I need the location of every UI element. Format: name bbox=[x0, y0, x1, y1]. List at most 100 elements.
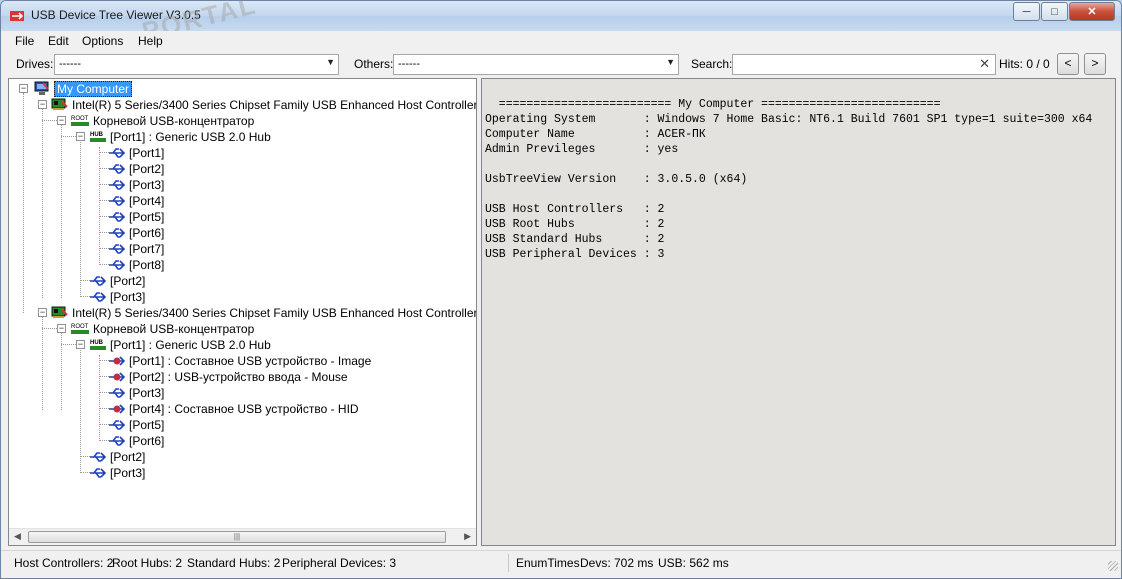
scrollbar-thumb[interactable]: ||| bbox=[28, 531, 446, 543]
menu-help[interactable]: Help bbox=[138, 34, 163, 48]
tree-node-device[interactable]: [Port1] : Составное USB устройство - Ima… bbox=[108, 352, 371, 368]
status-usb-time: USB: 562 ms bbox=[658, 556, 729, 570]
status-peripheral-devices: Peripheral Devices: 3 bbox=[282, 556, 397, 570]
device-tree-pane[interactable]: − My Computer − Intel(R) 5 Series/3400 S… bbox=[8, 78, 477, 546]
tree-node-label: [Port2] bbox=[110, 273, 146, 288]
close-button[interactable]: ✕ bbox=[1069, 2, 1115, 21]
scroll-right-icon[interactable]: ▶ bbox=[464, 531, 471, 542]
menu-options[interactable]: Options bbox=[82, 34, 123, 48]
tree-node-device[interactable]: [Port2] : USB-устройство ввода - Mouse bbox=[108, 368, 348, 384]
root-hub-icon: ROOT bbox=[71, 324, 89, 335]
status-host-controllers: Host Controllers: 2 bbox=[14, 556, 114, 570]
usb-device-icon bbox=[109, 372, 126, 382]
close-icon: ✕ bbox=[1087, 6, 1097, 18]
details-pane[interactable]: ========================= My Computer ==… bbox=[481, 78, 1116, 546]
tree-node-port[interactable]: [Port3] bbox=[89, 464, 145, 480]
usb-device-icon bbox=[109, 404, 126, 414]
maximize-icon: □ bbox=[1051, 5, 1058, 18]
scroll-left-icon[interactable]: ◀ bbox=[14, 531, 21, 542]
minimize-button[interactable]: ─ bbox=[1013, 2, 1040, 21]
tree-node-label: My Computer bbox=[54, 80, 133, 97]
previous-hit-button[interactable]: < bbox=[1057, 53, 1079, 75]
tree-node-hub[interactable]: HUB [Port1] : Generic USB 2.0 Hub bbox=[89, 336, 271, 352]
maximize-button[interactable]: □ bbox=[1041, 2, 1068, 21]
pci-card-icon bbox=[51, 306, 68, 319]
collapse-toggle[interactable]: − bbox=[57, 324, 66, 333]
status-bar: Host Controllers: 2 Root Hubs: 2 Standar… bbox=[1, 550, 1121, 574]
title-bar[interactable]: USB Device Tree Viewer V3.0.5 PORTAL ─ □… bbox=[1, 1, 1121, 47]
tree-node-label: [Port4] : Составное USB устройство - HID bbox=[129, 401, 359, 416]
chevron-down-icon: ▼ bbox=[666, 57, 675, 67]
resize-grip-icon[interactable] bbox=[1108, 561, 1118, 571]
tree-node-port[interactable]: [Port6] bbox=[108, 432, 164, 448]
tree-node-label: Intel(R) 5 Series/3400 Series Chipset Fa… bbox=[72, 305, 477, 320]
tree-node-label: [Port6] bbox=[129, 433, 165, 448]
usb-port-icon bbox=[109, 180, 126, 190]
tree-node-hub[interactable]: HUB [Port1] : Generic USB 2.0 Hub bbox=[89, 128, 271, 144]
tree-node-port[interactable]: [Port5] bbox=[108, 208, 164, 224]
tree-node-label: [Port1] : Generic USB 2.0 Hub bbox=[110, 129, 271, 144]
collapse-toggle[interactable]: − bbox=[76, 340, 85, 349]
tree-node-label: [Port5] bbox=[129, 417, 165, 432]
tree-node-label: Корневой USB-концентратор bbox=[93, 113, 255, 128]
drives-dropdown[interactable]: ------ ▼ bbox=[54, 54, 339, 75]
menu-file[interactable]: File bbox=[15, 34, 34, 48]
svg-text:ROOT: ROOT bbox=[71, 116, 89, 122]
status-enum-times: EnumTimes bbox=[516, 556, 580, 570]
tree-node-port[interactable]: [Port4] bbox=[108, 192, 164, 208]
horizontal-scrollbar[interactable]: ◀ ||| ▶ bbox=[9, 528, 476, 545]
tree-node-port[interactable]: [Port1] bbox=[108, 144, 164, 160]
svg-text:HUB: HUB bbox=[90, 132, 104, 138]
tree-node-label: [Port1] bbox=[129, 145, 165, 160]
tree-node-port[interactable]: [Port2] bbox=[108, 160, 164, 176]
tree-node-label: [Port8] bbox=[129, 257, 165, 272]
collapse-toggle[interactable]: − bbox=[38, 100, 47, 109]
tree-node-device[interactable]: [Port4] : Составное USB устройство - HID bbox=[108, 400, 359, 416]
collapse-toggle[interactable]: − bbox=[38, 308, 47, 317]
others-label: Others: bbox=[354, 57, 394, 71]
svg-text:ROOT: ROOT bbox=[71, 324, 89, 330]
hub-icon: HUB bbox=[90, 132, 106, 143]
collapse-toggle[interactable]: − bbox=[76, 132, 85, 141]
tree-node-port[interactable]: [Port7] bbox=[108, 240, 164, 256]
tree-node-label: [Port3] bbox=[110, 465, 146, 480]
usb-port-icon bbox=[109, 196, 126, 206]
others-dropdown[interactable]: ------ ▼ bbox=[393, 54, 679, 75]
tree-node-my-computer[interactable]: My Computer bbox=[33, 80, 133, 97]
svg-text:HUB: HUB bbox=[90, 340, 104, 346]
tree-node-port[interactable]: [Port8] bbox=[108, 256, 164, 272]
menu-edit[interactable]: Edit bbox=[48, 34, 69, 48]
report-line: USB Standard Hubs : 2 bbox=[485, 233, 665, 246]
tree-node-port[interactable]: [Port2] bbox=[89, 448, 145, 464]
tree-node-root-hub[interactable]: ROOT Корневой USB-концентратор bbox=[70, 112, 254, 128]
tree-node-root-hub[interactable]: ROOT Корневой USB-концентратор bbox=[70, 320, 254, 336]
drives-label: Drives: bbox=[16, 57, 54, 71]
tree-node-port[interactable]: [Port3] bbox=[108, 384, 164, 400]
usb-port-icon bbox=[109, 260, 126, 270]
usb-port-icon bbox=[109, 244, 126, 254]
tree-node-port[interactable]: [Port5] bbox=[108, 416, 164, 432]
usb-app-icon bbox=[10, 11, 24, 21]
tree-node-port[interactable]: [Port2] bbox=[89, 272, 145, 288]
tree-node-label: [Port1] : Generic USB 2.0 Hub bbox=[110, 337, 271, 352]
tree-node-port[interactable]: [Port3] bbox=[108, 176, 164, 192]
tree-node-label: [Port7] bbox=[129, 241, 165, 256]
tree-node-host-controller[interactable]: Intel(R) 5 Series/3400 Series Chipset Fa… bbox=[51, 304, 477, 320]
tree-node-label: [Port4] bbox=[129, 193, 165, 208]
next-hit-button[interactable]: > bbox=[1084, 53, 1106, 75]
usb-port-icon bbox=[109, 420, 126, 430]
tree-node-label: [Port5] bbox=[129, 209, 165, 224]
clear-search-icon[interactable]: ✕ bbox=[979, 56, 990, 72]
usb-port-icon bbox=[109, 388, 126, 398]
tree-node-port[interactable]: [Port6] bbox=[108, 224, 164, 240]
root-hub-icon: ROOT bbox=[71, 116, 89, 127]
search-input[interactable]: ✕ bbox=[732, 54, 996, 75]
tree-node-label: [Port6] bbox=[129, 225, 165, 240]
tree-node-port[interactable]: [Port3] bbox=[89, 288, 145, 304]
usb-port-icon bbox=[109, 436, 126, 446]
tree-node-host-controller[interactable]: Intel(R) 5 Series/3400 Series Chipset Fa… bbox=[51, 96, 476, 112]
collapse-toggle[interactable]: − bbox=[57, 116, 66, 125]
status-devs-time: Devs: 702 ms bbox=[580, 556, 654, 570]
collapse-toggle[interactable]: − bbox=[19, 84, 28, 93]
tree-node-label: Корневой USB-концентратор bbox=[93, 321, 255, 336]
